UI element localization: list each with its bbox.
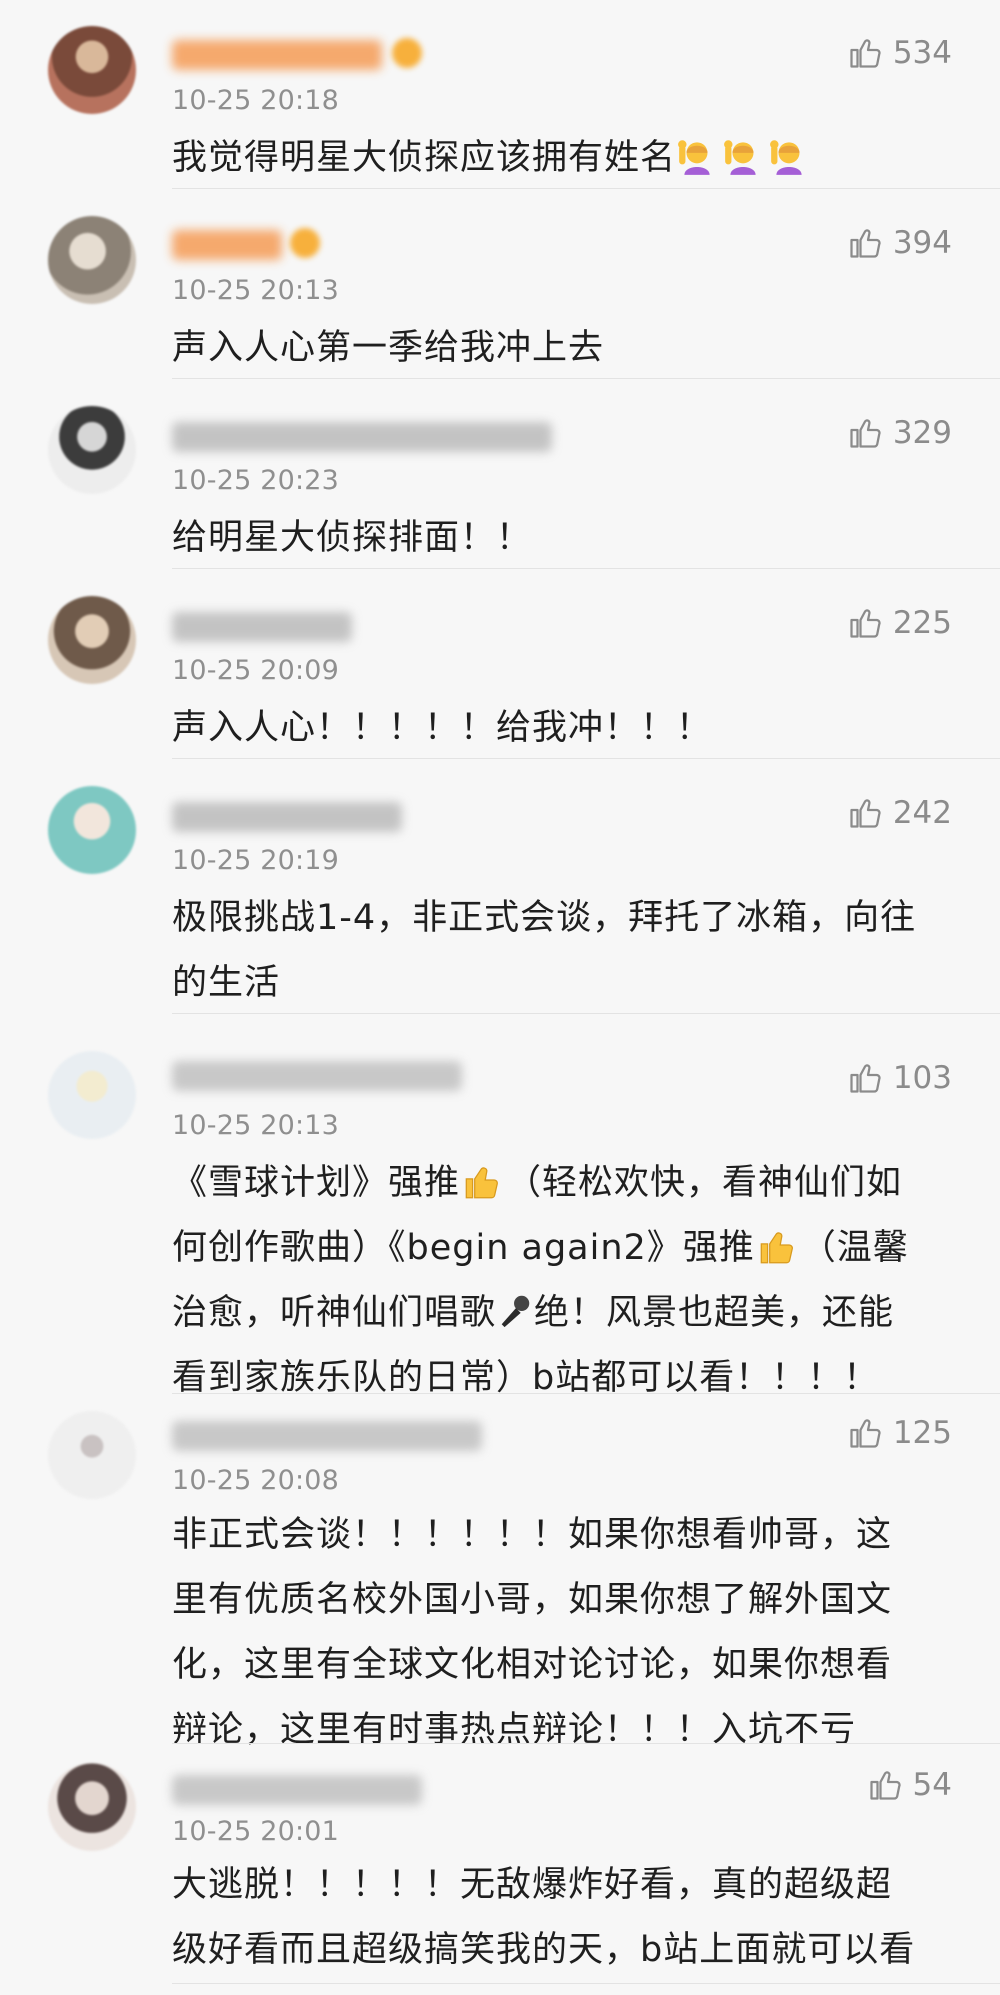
comment-item: 10-25 20:19 极限挑战1-4，非正式会谈，拜托了冰箱，向往 的生活 2… — [0, 760, 1000, 1015]
like-count: 329 — [892, 415, 952, 451]
comment-time: 10-25 20:23 — [172, 465, 340, 496]
thumbs-up-icon — [850, 1064, 881, 1093]
comment-item: 10-25 20:09 声入人心！！！！！给我冲！！！ 225 — [0, 570, 1000, 760]
comment-text: 《雪球计划》强推 （轻松欢快，看神仙们如 何创作歌曲）《begin again2》… — [172, 1151, 952, 1411]
thumbs-up-icon — [465, 1167, 498, 1199]
comment-text-line: 治愈，听神仙们唱歌 绝！风景也超美，还能 — [172, 1281, 952, 1346]
comment-time: 10-25 20:08 — [172, 1465, 340, 1496]
avatar[interactable] — [48, 406, 136, 494]
comment-text-line: 大逃脱！！！！！无敌爆炸好看，真的超级超 — [172, 1865, 893, 1905]
avatar[interactable] — [48, 216, 136, 304]
vip-badge-icon — [290, 228, 320, 258]
divider — [172, 1013, 1000, 1014]
username[interactable] — [172, 612, 352, 642]
like-button[interactable]: 54 — [867, 1767, 952, 1803]
like-button[interactable]: 225 — [847, 605, 952, 641]
like-count: 225 — [892, 605, 952, 641]
like-button[interactable]: 394 — [847, 225, 952, 261]
comment-text-line: 化，这里有全球文化相对论讨论，如果你想看 — [172, 1645, 893, 1685]
comment-text-content: 我觉得明星大侦探应该拥有姓名 — [172, 138, 677, 178]
comment-text: 非正式会谈！！！！！！如果你想看帅哥，这 里有优质名校外国小哥，如果你想了解外国… — [172, 1503, 952, 1763]
thumbs-up-icon — [850, 1419, 881, 1448]
avatar[interactable] — [48, 786, 136, 874]
like-count: 125 — [892, 1415, 952, 1451]
comment-text-segment: 治愈，听神仙们唱歌 — [172, 1293, 497, 1333]
comment-text: 给明星大侦探排面！！ — [172, 518, 533, 558]
comment-text: 大逃脱！！！！！无敌爆炸好看，真的超级超 级好看而且超级搞笑我的天，b站上面就可… — [172, 1853, 952, 1983]
username[interactable] — [172, 802, 402, 832]
divider — [172, 1393, 1000, 1394]
like-count: 534 — [892, 35, 952, 71]
thumbs-up-icon — [850, 609, 881, 638]
comment-item: 10-25 20:08 非正式会谈！！！！！！如果你想看帅哥，这 里有优质名校外… — [0, 1395, 1000, 1750]
comment-text-segment: 何创作歌曲）《begin again2》强推 — [172, 1228, 755, 1268]
comment-time: 10-25 20:09 — [172, 655, 340, 686]
username[interactable] — [172, 422, 552, 452]
divider — [172, 188, 1000, 189]
avatar[interactable] — [48, 26, 136, 114]
like-count: 54 — [912, 1767, 952, 1803]
avatar[interactable] — [48, 596, 136, 684]
person-raising-hand-icon — [724, 140, 756, 175]
divider — [172, 758, 1000, 759]
comment-time: 10-25 20:13 — [172, 275, 340, 306]
comment-item: 10-25 20:13 《雪球计划》强推 （轻松欢快，看神仙们如 何创作歌曲）《b… — [0, 1015, 1000, 1398]
comment-text-line: 非正式会谈！！！！！！如果你想看帅哥，这 — [172, 1515, 893, 1555]
divider — [172, 1743, 1000, 1744]
comment-time: 10-25 20:19 — [172, 845, 340, 876]
comment-text-line: 里有优质名校外国小哥，如果你想了解外国文 — [172, 1580, 893, 1620]
comment-item: 10-25 20:13 声入人心第一季给我冲上去 394 — [0, 190, 1000, 380]
microphone-icon — [501, 1295, 530, 1328]
thumbs-up-icon — [850, 799, 881, 828]
comment-text-line: 《雪球计划》强推 （轻松欢快，看神仙们如 — [172, 1151, 952, 1216]
vip-badge-icon — [392, 38, 422, 68]
divider — [172, 1983, 1000, 1984]
thumbs-up-icon — [850, 419, 881, 448]
username[interactable] — [172, 40, 382, 70]
comment-list: 10-25 20:18 我觉得明星大侦探应该拥有姓名 534 10-25 20:… — [0, 0, 1000, 1995]
avatar[interactable] — [48, 1763, 136, 1851]
comment-text-segment: 《雪球计划》强推 — [172, 1163, 461, 1203]
thumbs-up-icon — [850, 39, 881, 68]
comment-text-line: 何创作歌曲）《begin again2》强推 （温馨 — [172, 1216, 952, 1281]
avatar[interactable] — [48, 1051, 136, 1139]
divider — [172, 568, 1000, 569]
like-button[interactable]: 329 — [847, 415, 952, 451]
avatar[interactable] — [48, 1411, 136, 1499]
comment-text-line: 的生活 — [172, 963, 281, 1003]
username[interactable] — [172, 230, 282, 260]
comment-time: 10-25 20:01 — [172, 1816, 340, 1847]
thumbs-up-icon — [850, 229, 881, 258]
like-button[interactable]: 103 — [847, 1060, 952, 1096]
like-count: 394 — [892, 225, 952, 261]
like-count: 242 — [892, 795, 952, 831]
like-count: 103 — [892, 1060, 952, 1096]
comment-text-segment: 绝！风景也超美，还能 — [534, 1293, 895, 1333]
comment-text: 极限挑战1-4，非正式会谈，拜托了冰箱，向往 的生活 — [172, 886, 952, 1016]
thumbs-up-icon — [760, 1232, 793, 1264]
comment-text-line: 极限挑战1-4，非正式会谈，拜托了冰箱，向往 — [172, 898, 917, 938]
like-button[interactable]: 534 — [847, 35, 952, 71]
like-button[interactable]: 125 — [847, 1415, 952, 1451]
divider — [172, 378, 1000, 379]
comment-text-segment: （轻松欢快，看神仙们如 — [506, 1163, 903, 1203]
like-button[interactable]: 242 — [847, 795, 952, 831]
thumbs-up-icon — [869, 1771, 901, 1800]
comment-time: 10-25 20:13 — [172, 1110, 340, 1141]
comment-time: 10-25 20:18 — [172, 85, 340, 116]
comment-text: 我觉得明星大侦探应该拥有姓名 — [172, 126, 952, 191]
comment-text: 声入人心！！！！！给我冲！！！ — [172, 708, 713, 748]
username[interactable] — [172, 1775, 422, 1805]
comment-item: 10-25 20:01 大逃脱！！！！！无敌爆炸好看，真的超级超 级好看而且超级… — [0, 1745, 1000, 1995]
comment-item: 10-25 20:18 我觉得明星大侦探应该拥有姓名 534 — [0, 0, 1000, 190]
comment-text: 声入人心第一季给我冲上去 — [172, 328, 605, 368]
username[interactable] — [172, 1061, 462, 1091]
comment-item: 10-25 20:23 给明星大侦探排面！！ 329 — [0, 380, 1000, 570]
comment-text-segment: （温馨 — [800, 1228, 909, 1268]
comment-text-line: 级好看而且超级搞笑我的天，b站上面就可以看 — [172, 1930, 916, 1970]
person-raising-hand-icon — [678, 140, 710, 175]
person-raising-hand-icon — [770, 140, 802, 175]
username[interactable] — [172, 1421, 482, 1451]
